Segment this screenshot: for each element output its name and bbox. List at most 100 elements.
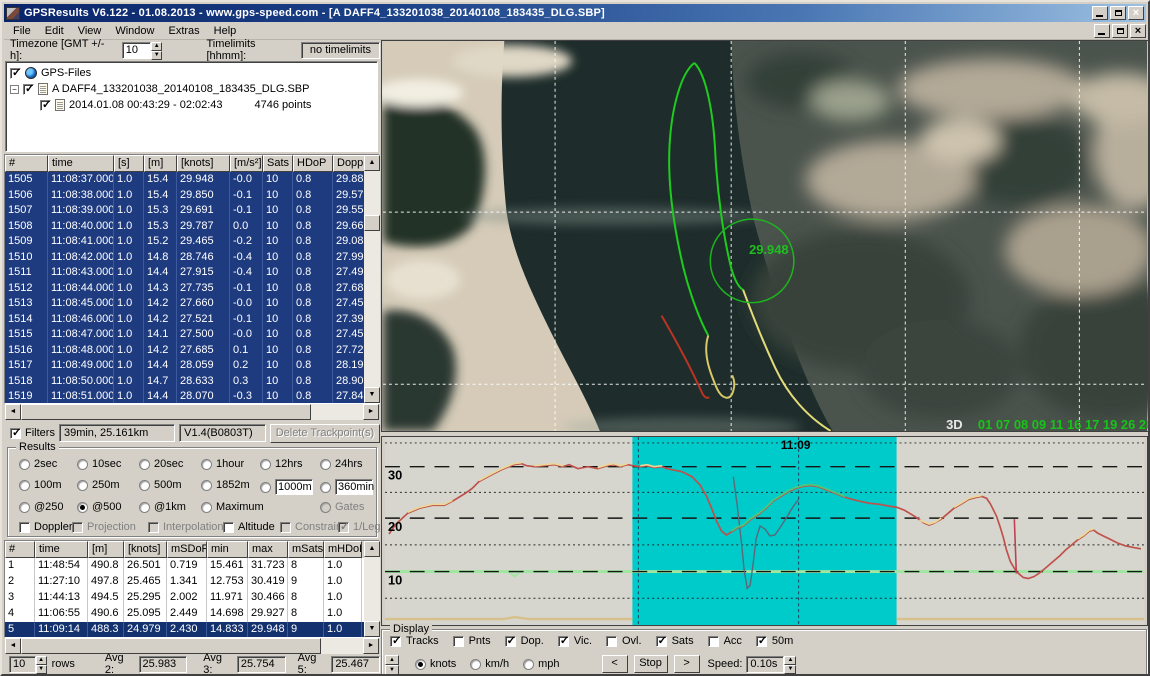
radio-24hrs[interactable]: 24hrs (320, 458, 363, 470)
tree-item-root[interactable]: GPS-Files (6, 65, 377, 81)
table-row[interactable]: 151511:08:47.0001.014.127.500-0.0100.827… (5, 327, 379, 343)
tree-session-checkbox[interactable] (40, 100, 51, 111)
pnts-display-checkbox[interactable] (453, 636, 464, 647)
column-header[interactable]: min (207, 541, 248, 558)
column-header[interactable]: Sats (263, 155, 293, 172)
table-row[interactable]: 150511:08:37.0001.015.429.948-0.0100.829… (5, 172, 379, 188)
custom-distance-input[interactable]: 1000m (275, 479, 313, 495)
table-row[interactable]: 151411:08:46.0001.014.227.521-0.1100.827… (5, 312, 379, 328)
menu-item-help[interactable]: Help (207, 23, 244, 39)
radio-100m[interactable]: 100m (19, 479, 62, 491)
timezone-stepper[interactable]: ▲▼ (151, 42, 163, 58)
column-header[interactable]: time (35, 541, 88, 558)
radio-gates[interactable]: Gates (320, 501, 364, 513)
map-view[interactable]: 29.948 3D 01 07 08 09 11 16 17 19 26 28 (381, 40, 1149, 432)
trackpoints-vscrollbar[interactable]: ▲ ▼ (364, 155, 380, 403)
menu-item-extras[interactable]: Extras (161, 23, 206, 39)
column-header[interactable]: [m] (144, 155, 177, 172)
table-row[interactable]: 151811:08:50.0001.014.728.6330.3100.828.… (5, 374, 379, 390)
radio-10sec[interactable]: 10sec (77, 458, 121, 470)
sats-display-checkbox[interactable] (656, 636, 667, 647)
unit-radio-mph[interactable]: mph (523, 658, 559, 670)
close-button[interactable]: × (1128, 6, 1144, 20)
table-row[interactable]: 111:48:54490.826.5010.71915.46131.72381.… (5, 558, 379, 574)
column-header[interactable]: [s] (114, 155, 144, 172)
tree-item-file[interactable]: − A DAFF4_133201038_20140108_183435_DLG.… (6, 81, 377, 97)
dop-display-checkbox[interactable] (505, 636, 516, 647)
column-header[interactable]: mHDoP (324, 541, 362, 558)
column-header[interactable]: max (248, 541, 288, 558)
column-header[interactable]: time (48, 155, 114, 172)
radio-custom-distance[interactable]: 1000m (260, 479, 313, 495)
speed-stepper[interactable]: ▲▼ (784, 656, 796, 672)
column-header[interactable]: mSDoP (167, 541, 207, 558)
oneleg-checkbox[interactable]: 1/Leg (338, 521, 381, 533)
collapse-icon[interactable]: − (10, 85, 19, 94)
50m-display-checkbox[interactable] (756, 636, 767, 647)
tree-file-checkbox[interactable] (23, 84, 34, 95)
rows-input[interactable]: 10 (9, 656, 36, 673)
interpolation-checkbox[interactable]: Interpolation (148, 521, 224, 533)
timezone-input[interactable]: 10 (122, 42, 151, 59)
mdi-close-button[interactable]: × (1130, 24, 1146, 38)
menu-item-view[interactable]: View (71, 23, 109, 39)
column-header[interactable]: [m/s²] (230, 155, 263, 172)
column-header[interactable]: [m] (88, 541, 124, 558)
radio-1hour[interactable]: 1hour (201, 458, 244, 470)
custom-time-input[interactable]: 360min (335, 479, 373, 495)
radio-500m[interactable]: 500m (139, 479, 182, 491)
table-row[interactable]: 411:06:55490.625.0952.44914.69829.92781.… (5, 606, 379, 622)
table-row[interactable]: 151311:08:45.0001.014.227.660-0.0100.827… (5, 296, 379, 312)
table-row[interactable]: 211:27:10497.825.4651.34112.75330.41991.… (5, 574, 379, 590)
speed-chart[interactable]: 30 20 10 11:09 (381, 436, 1148, 626)
radio-at500[interactable]: @500 (77, 501, 122, 513)
radio-custom-time[interactable]: 360min (320, 479, 373, 495)
speed-value-input[interactable]: 0.10s (746, 656, 784, 673)
table-row[interactable]: 151911:08:51.0001.014.428.070-0.3100.827… (5, 389, 379, 404)
radio-maximum[interactable]: Maximum (201, 501, 264, 513)
projection-checkbox[interactable]: Projection (72, 521, 136, 533)
stop-button[interactable]: Stop (634, 655, 668, 673)
title-bar[interactable]: GPSResults V6.122 - 01.08.2013 - www.gps… (4, 4, 1146, 22)
tracks-display-checkbox[interactable] (390, 636, 401, 647)
altitude-checkbox[interactable]: Altitude (223, 521, 275, 533)
vic-display-checkbox[interactable] (558, 636, 569, 647)
constrain-checkbox[interactable]: Constrain (280, 521, 342, 533)
doppler-checkbox[interactable]: Doppler (19, 521, 73, 533)
column-header[interactable]: # (5, 541, 35, 558)
tree-item-session[interactable]: 2014.01.08 00:43:29 - 02:02:43 4746 poin… (6, 97, 377, 113)
mdi-minimize-button[interactable] (1094, 24, 1110, 38)
menu-item-window[interactable]: Window (108, 23, 161, 39)
step-forward-button[interactable]: > (674, 655, 700, 673)
table-row[interactable]: 511:09:14488.324.9792.43014.83329.94891.… (5, 622, 379, 638)
menu-item-edit[interactable]: Edit (38, 23, 71, 39)
radio-20sec[interactable]: 20sec (139, 458, 183, 470)
filters-checkbox[interactable] (10, 428, 21, 439)
table-row[interactable]: 150811:08:40.0001.015.329.7870.0100.829.… (5, 219, 379, 235)
table-row[interactable]: 150911:08:41.0001.015.229.465-0.2100.829… (5, 234, 379, 250)
table-row[interactable]: 151011:08:42.0001.014.828.746-0.4100.827… (5, 250, 379, 266)
tree-root-checkbox[interactable] (10, 68, 21, 79)
chart-selection-region[interactable] (632, 437, 896, 625)
table-row[interactable]: 150611:08:38.0001.015.429.850-0.1100.829… (5, 188, 379, 204)
radio-at250[interactable]: @250 (19, 501, 64, 513)
column-header[interactable]: HDoP (293, 155, 333, 172)
radio-250m[interactable]: 250m (77, 479, 120, 491)
chart-scale-stepper[interactable]: ▲▼ (385, 655, 399, 673)
timelimits-box[interactable]: no timelimits (301, 42, 380, 59)
column-header[interactable]: # (5, 155, 48, 172)
table-row[interactable]: 151611:08:48.0001.014.227.6850.1100.827.… (5, 343, 379, 359)
acc-display-checkbox[interactable] (708, 636, 719, 647)
radio-2sec[interactable]: 2sec (19, 458, 57, 470)
restore-button[interactable] (1110, 6, 1126, 20)
radio-12hrs[interactable]: 12hrs (260, 458, 303, 470)
column-header[interactable]: Dopple (333, 155, 367, 172)
unit-radio-knots[interactable]: knots (415, 658, 456, 670)
results-vscrollbar[interactable]: ▲ ▼ (364, 541, 380, 637)
table-row[interactable]: 151211:08:44.0001.014.327.735-0.1100.827… (5, 281, 379, 297)
column-header[interactable]: mSats (288, 541, 324, 558)
trackpoints-hscrollbar[interactable]: ◄ ► (5, 404, 379, 420)
column-header[interactable]: [knots] (124, 541, 167, 558)
table-row[interactable]: 151711:08:49.0001.014.428.0590.2100.828.… (5, 358, 379, 374)
delete-trackpoints-button[interactable]: Delete Trackpoint(s) (270, 424, 380, 443)
